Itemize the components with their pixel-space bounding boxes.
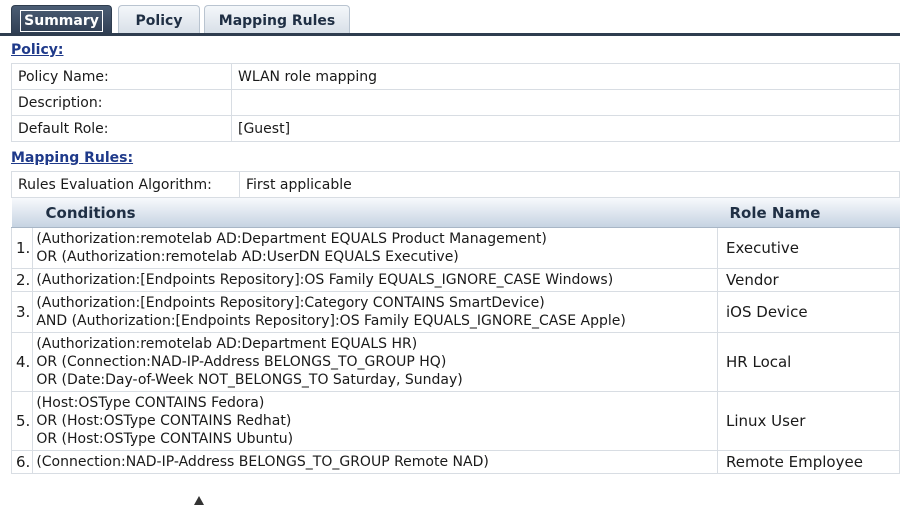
- policy-details-table: Policy Name: WLAN role mapping Descripti…: [11, 63, 900, 142]
- mapping-rules-section-title: Mapping Rules:: [11, 150, 134, 166]
- mapping-rules-table: Conditions Role Name 1. (Authorization:r…: [10, 198, 900, 474]
- condition-line: (Authorization:remotelab AD:Department E…: [36, 336, 418, 352]
- rule-number: 4.: [10, 332, 34, 392]
- rule-conditions: (Authorization:[Endpoints Repository]:Ca…: [32, 291, 718, 333]
- tab-policy[interactable]: Policy: [118, 5, 200, 35]
- rule-role-name: Remote Employee: [717, 450, 900, 474]
- table-row[interactable]: 2. (Authorization:[Endpoints Repository]…: [10, 268, 900, 292]
- rule-conditions: (Host:OSType CONTAINS Fedora) OR (Host:O…: [32, 391, 718, 451]
- rule-number: 3.: [10, 291, 34, 333]
- rule-number: 5.: [10, 391, 34, 451]
- role-name-column-header[interactable]: Role Name: [717, 198, 900, 228]
- rule-number: 1.: [10, 227, 34, 269]
- rules-header-row: Conditions Role Name: [11, 198, 900, 228]
- rule-role-name: Vendor: [717, 268, 900, 292]
- description-value: [231, 89, 900, 116]
- condition-line: (Connection:NAD-IP-Address BELONGS_TO_GR…: [36, 454, 489, 470]
- default-role-label: Default Role:: [11, 115, 232, 142]
- condition-line: (Host:OSType CONTAINS Fedora): [36, 395, 265, 411]
- rule-conditions: (Authorization:[Endpoints Repository]:OS…: [32, 268, 718, 292]
- tab-summary-label: Summary: [20, 9, 103, 32]
- tab-summary[interactable]: Summary: [11, 5, 112, 35]
- condition-line: AND (Authorization:[Endpoints Repository…: [36, 313, 626, 329]
- rule-role-name: iOS Device: [717, 291, 900, 333]
- condition-line: OR (Date:Day-of-Week NOT_BELONGS_TO Satu…: [36, 372, 463, 388]
- rule-conditions: (Authorization:remotelab AD:Department E…: [32, 332, 718, 392]
- mouse-cursor-icon: [194, 496, 204, 505]
- tab-mapping-rules-label: Mapping Rules: [218, 12, 336, 29]
- algorithm-table: Rules Evaluation Algorithm: First applic…: [11, 171, 900, 198]
- condition-line: (Authorization:remotelab AD:Department E…: [36, 231, 547, 247]
- rule-conditions: (Connection:NAD-IP-Address BELONGS_TO_GR…: [32, 450, 718, 474]
- table-row[interactable]: 3. (Authorization:[Endpoints Repository]…: [10, 291, 900, 333]
- tab-mapping-rules[interactable]: Mapping Rules: [204, 5, 350, 35]
- policy-name-label: Policy Name:: [11, 63, 232, 90]
- condition-line: OR (Connection:NAD-IP-Address BELONGS_TO…: [36, 354, 447, 370]
- table-row[interactable]: 5. (Host:OSType CONTAINS Fedora) OR (Hos…: [10, 391, 900, 451]
- description-label: Description:: [11, 89, 232, 116]
- condition-line: OR (Host:OSType CONTAINS Redhat): [36, 413, 292, 429]
- policy-section-title: Policy:: [11, 42, 64, 58]
- algorithm-row: Rules Evaluation Algorithm: First applic…: [11, 171, 900, 198]
- tab-baseline: [0, 33, 900, 36]
- rule-number: 6.: [10, 450, 34, 474]
- table-row[interactable]: 6. (Connection:NAD-IP-Address BELONGS_TO…: [10, 450, 900, 474]
- rule-role-name: HR Local: [717, 332, 900, 392]
- tab-policy-label: Policy: [135, 12, 183, 29]
- tab-bar: Summary Policy Mapping Rules: [0, 0, 900, 36]
- rule-role-name: Linux User: [717, 391, 900, 451]
- condition-line: OR (Host:OSType CONTAINS Ubuntu): [36, 431, 294, 447]
- condition-line: (Authorization:[Endpoints Repository]:Ca…: [36, 295, 545, 311]
- condition-line: (Authorization:[Endpoints Repository]:OS…: [36, 272, 614, 288]
- algorithm-label: Rules Evaluation Algorithm:: [11, 171, 240, 198]
- rule-role-name: Executive: [717, 227, 900, 269]
- description-row: Description:: [11, 89, 900, 116]
- condition-line: OR (Authorization:remotelab AD:UserDN EQ…: [36, 249, 459, 265]
- rule-number: 2.: [10, 268, 34, 292]
- algorithm-value: First applicable: [239, 171, 900, 198]
- default-role-value: [Guest]: [231, 115, 900, 142]
- table-row[interactable]: 1. (Authorization:remotelab AD:Departmen…: [10, 227, 900, 269]
- conditions-column-header[interactable]: Conditions: [11, 198, 718, 228]
- default-role-row: Default Role: [Guest]: [11, 115, 900, 142]
- rule-conditions: (Authorization:remotelab AD:Department E…: [32, 227, 718, 269]
- policy-name-row: Policy Name: WLAN role mapping: [11, 63, 900, 90]
- table-row[interactable]: 4. (Authorization:remotelab AD:Departmen…: [10, 332, 900, 392]
- policy-name-value: WLAN role mapping: [231, 63, 900, 90]
